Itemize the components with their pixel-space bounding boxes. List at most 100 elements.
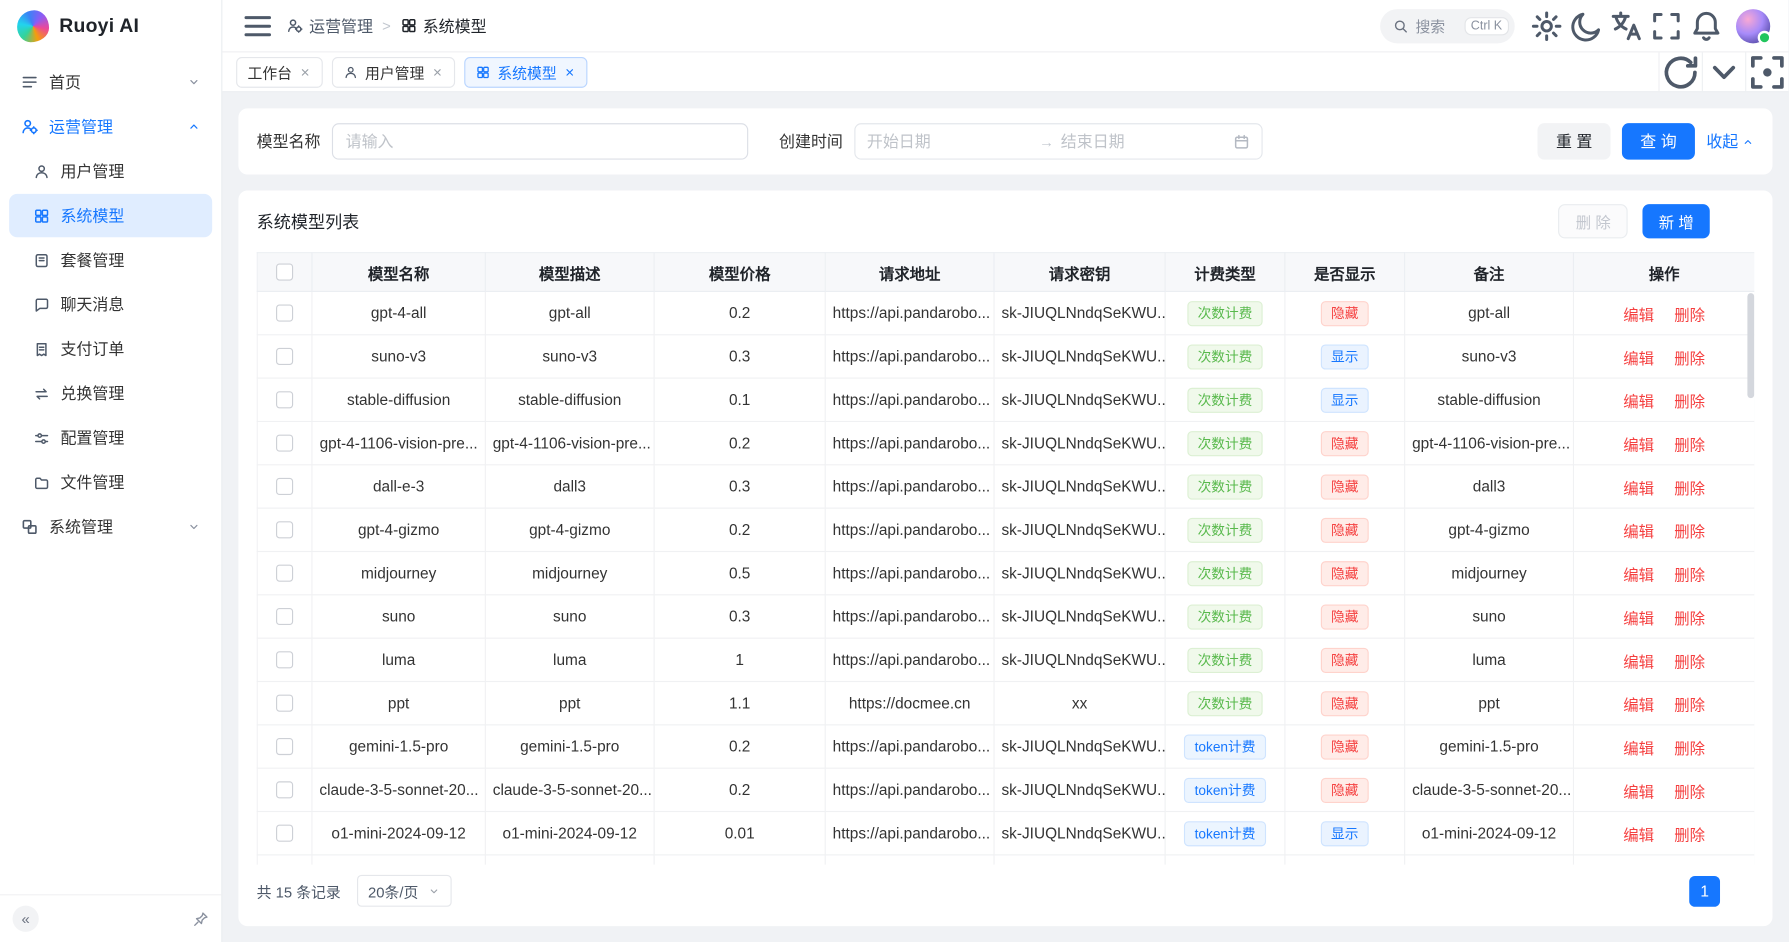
cell-request-url: https://api.pandarobo... <box>825 335 994 378</box>
delete-link[interactable]: 删除 <box>1674 350 1705 367</box>
query-button[interactable]: 查 询 <box>1622 123 1695 159</box>
delete-link[interactable]: 删除 <box>1674 783 1705 800</box>
cell-request-url: https://api.pandarobo... <box>825 378 994 421</box>
date-range-picker[interactable]: 开始日期 → 结束日期 <box>854 123 1262 159</box>
row-checkbox[interactable] <box>276 392 293 409</box>
tab[interactable]: 系统模型 <box>464 56 587 87</box>
tab-close-icon[interactable] <box>299 66 312 79</box>
page-size-select[interactable]: 20条/页 <box>357 875 452 907</box>
cell-model-price: 1.1 <box>654 682 825 725</box>
edit-link[interactable]: 编辑 <box>1623 610 1654 627</box>
edit-link[interactable]: 编辑 <box>1623 523 1654 540</box>
row-checkbox[interactable] <box>276 825 293 842</box>
delete-link[interactable]: 删除 <box>1674 740 1705 757</box>
sidebar-subitem[interactable]: 文件管理 <box>9 461 212 504</box>
fullscreen-icon[interactable] <box>1649 9 1683 43</box>
edit-link[interactable]: 编辑 <box>1623 783 1654 800</box>
sidebar-subitem[interactable]: 支付订单 <box>9 327 212 370</box>
sidebar-subitem[interactable]: 系统模型 <box>9 194 212 237</box>
cell-model-price: 0.2 <box>654 421 825 464</box>
cell-model-price: 0.2 <box>654 725 825 768</box>
row-checkbox[interactable] <box>276 478 293 495</box>
add-button[interactable]: 新 增 <box>1643 204 1710 238</box>
edit-link[interactable]: 编辑 <box>1623 696 1654 713</box>
sidebar-item-operate[interactable]: 运营管理 <box>9 105 212 148</box>
delete-link[interactable]: 删除 <box>1674 393 1705 410</box>
sidebar-item-system[interactable]: 系统管理 <box>9 505 212 548</box>
tab[interactable]: 用户管理 <box>332 56 455 87</box>
row-checkbox[interactable] <box>276 652 293 669</box>
select-all-checkbox[interactable] <box>276 264 293 281</box>
notifications-icon[interactable] <box>1689 9 1723 43</box>
row-checkbox[interactable] <box>276 305 293 322</box>
delete-link[interactable]: 删除 <box>1674 653 1705 670</box>
delete-link[interactable]: 删除 <box>1674 480 1705 497</box>
edit-link[interactable]: 编辑 <box>1623 566 1654 583</box>
sidebar-subitem[interactable]: 兑换管理 <box>9 372 212 415</box>
cell-model-price: 0.5 <box>654 551 825 594</box>
pin-icon[interactable] <box>193 911 209 927</box>
edit-link[interactable]: 编辑 <box>1623 306 1654 323</box>
table-scrollbar[interactable] <box>1747 293 1754 398</box>
edit-link[interactable]: 编辑 <box>1623 740 1654 757</box>
edit-link[interactable]: 编辑 <box>1623 350 1654 367</box>
column-header: 计费类型 <box>1165 253 1285 292</box>
cell-billing-type: 次数计费 <box>1165 508 1285 551</box>
column-header: 备注 <box>1405 253 1574 292</box>
delete-link[interactable]: 删除 <box>1674 436 1705 453</box>
delete-link[interactable]: 删除 <box>1674 826 1705 843</box>
breadcrumb-item-current[interactable]: 系统模型 <box>400 14 487 37</box>
delete-button[interactable]: 删 除 <box>1559 204 1628 238</box>
user-avatar[interactable] <box>1736 9 1770 43</box>
tab[interactable]: 工作台 <box>236 56 323 87</box>
tab-close-icon[interactable] <box>564 66 577 79</box>
sidebar-item-label: 运营管理 <box>49 115 177 138</box>
menu-toggle-icon[interactable] <box>241 9 275 43</box>
delete-link[interactable]: 删除 <box>1674 610 1705 627</box>
language-icon[interactable] <box>1609 9 1643 43</box>
row-checkbox[interactable] <box>276 522 293 539</box>
row-checkbox[interactable] <box>276 739 293 756</box>
model-name-input[interactable] <box>332 123 748 159</box>
content-fullscreen-icon[interactable] <box>1745 52 1788 91</box>
page-1-button[interactable]: 1 <box>1689 875 1720 906</box>
delete-link[interactable]: 删除 <box>1674 306 1705 323</box>
edit-link[interactable]: 编辑 <box>1623 436 1654 453</box>
reset-button[interactable]: 重 置 <box>1538 123 1611 159</box>
tab-close-icon[interactable] <box>431 66 444 79</box>
cell-remark: luma <box>1405 638 1574 681</box>
delete-link[interactable]: 删除 <box>1674 696 1705 713</box>
edit-link[interactable]: 编辑 <box>1623 653 1654 670</box>
row-checkbox[interactable] <box>276 782 293 799</box>
sidebar-subitem[interactable]: 配置管理 <box>9 416 212 459</box>
row-checkbox[interactable] <box>276 608 293 625</box>
cell-checkbox <box>257 812 312 855</box>
edit-link[interactable]: 编辑 <box>1623 826 1654 843</box>
edit-link[interactable]: 编辑 <box>1623 480 1654 497</box>
delete-link[interactable]: 删除 <box>1674 566 1705 583</box>
sidebar-subitem[interactable]: 用户管理 <box>9 149 212 192</box>
cell-actions: 编辑 删除 <box>1573 551 1754 594</box>
app-logo[interactable]: Ruoyi AI <box>0 0 221 52</box>
breadcrumb-item[interactable]: 运营管理 <box>286 14 373 37</box>
sidebar-subitem[interactable]: 聊天消息 <box>9 283 212 326</box>
tabs-refresh-icon[interactable] <box>1658 52 1701 91</box>
row-checkbox[interactable] <box>276 695 293 712</box>
cell-checkbox <box>257 638 312 681</box>
edit-link[interactable]: 编辑 <box>1623 393 1654 410</box>
dark-mode-icon[interactable] <box>1569 9 1603 43</box>
delete-link[interactable]: 删除 <box>1674 523 1705 540</box>
cell-billing-type: 次数计费 <box>1165 291 1285 334</box>
global-search[interactable]: 搜索 Ctrl K <box>1380 9 1515 43</box>
sidebar-collapse-button[interactable]: « <box>13 906 39 932</box>
cell-billing-type: 次数计费 <box>1165 682 1285 725</box>
settings-icon[interactable] <box>1530 9 1564 43</box>
cell-model-desc: gpt-all <box>485 291 654 334</box>
sidebar-item-home[interactable]: 首页 <box>9 60 212 103</box>
tabs-menu-icon[interactable] <box>1702 52 1745 91</box>
row-checkbox[interactable] <box>276 565 293 582</box>
collapse-filter-link[interactable]: 收起 <box>1706 130 1754 153</box>
row-checkbox[interactable] <box>276 435 293 452</box>
sidebar-subitem[interactable]: 套餐管理 <box>9 238 212 281</box>
row-checkbox[interactable] <box>276 348 293 365</box>
